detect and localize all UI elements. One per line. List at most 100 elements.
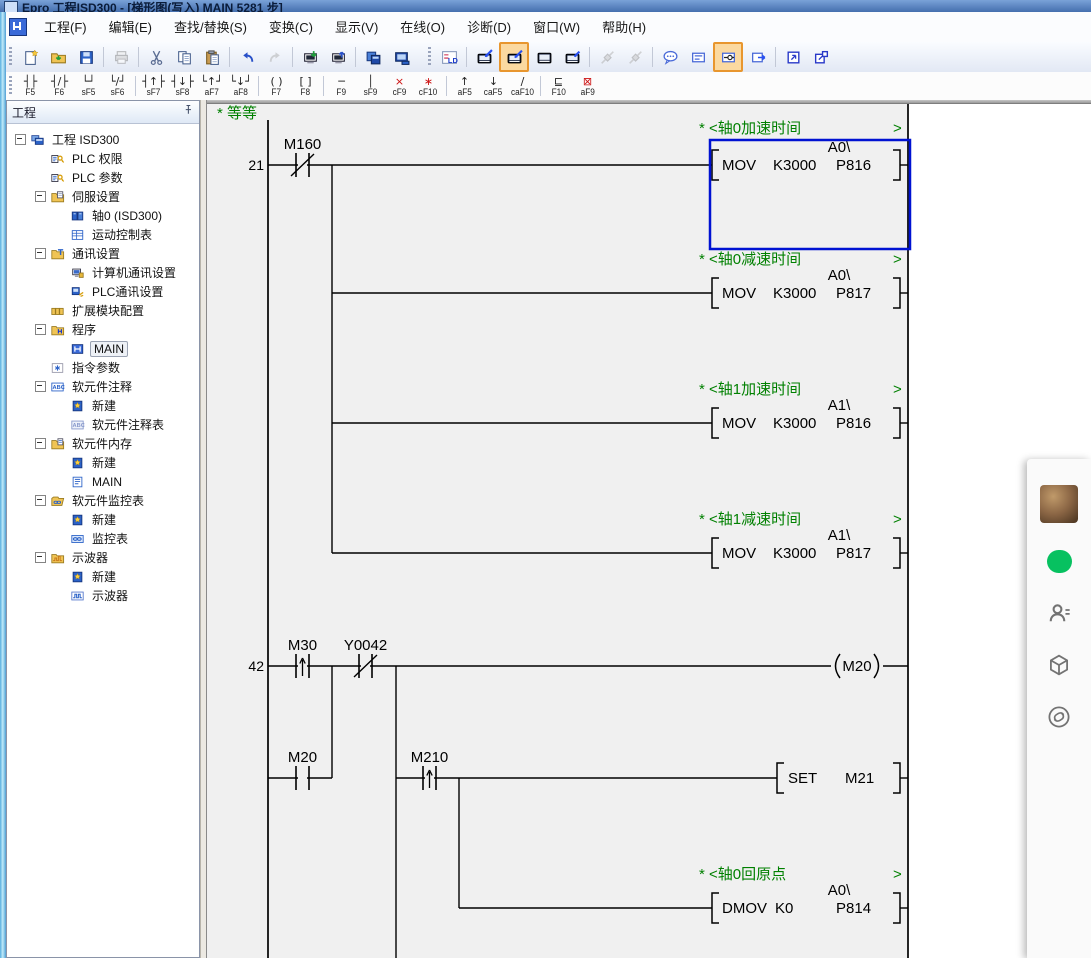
ladder-tool-cf9[interactable]: ×cF9 <box>386 74 413 99</box>
comment-display-button[interactable] <box>657 44 683 70</box>
ladder-tool-f6[interactable]: ┤/├F6 <box>46 74 73 99</box>
tree-item-工程-ISD300[interactable]: 工程 ISD300 <box>7 130 199 149</box>
menu-c[interactable]: 变换(C) <box>258 16 324 39</box>
window-tile-button[interactable] <box>780 44 806 70</box>
tree-expander-icon[interactable] <box>35 438 46 449</box>
tree-item-新建[interactable]: 新建 <box>7 453 199 472</box>
save-project-button[interactable] <box>73 44 99 70</box>
write-to-plc-button[interactable] <box>297 44 323 70</box>
tree-item-PLC通讯设置[interactable]: PLC通讯设置 <box>7 282 199 301</box>
ladder-tool-f7[interactable]: ( )F7 <box>263 74 290 99</box>
ladder-view-button[interactable]: LD <box>436 44 462 70</box>
ladder-tool-caf10[interactable]: ∕caF10 <box>509 74 536 99</box>
tree-item-软元件内存[interactable]: 软元件内存 <box>7 434 199 453</box>
ladder-tool-f5[interactable]: ┤├F5 <box>17 74 44 99</box>
ladder-tool-af5[interactable]: ↑aF5 <box>451 74 478 99</box>
ladder-tool-f8[interactable]: [ ]F8 <box>292 74 319 99</box>
tree-item-计算机通讯设置[interactable]: 计算机通讯设置 <box>7 263 199 282</box>
menu-o[interactable]: 在线(O) <box>389 16 456 39</box>
toolbar-grip[interactable] <box>428 47 431 67</box>
tree-item-伺服设置[interactable]: 伺服设置 <box>7 187 199 206</box>
connection-setup-1-button[interactable] <box>594 44 620 70</box>
ladder-tool-f10[interactable]: ⊑F10 <box>545 74 572 99</box>
mdi-child-icon[interactable] <box>9 18 27 36</box>
chat-tab[interactable] <box>1045 547 1073 575</box>
avatar[interactable] <box>1040 485 1078 523</box>
tree-expander-icon[interactable] <box>35 552 46 563</box>
toolbar-grip[interactable] <box>9 47 12 67</box>
menu-d[interactable]: 诊断(D) <box>456 16 522 39</box>
menu-v[interactable]: 显示(V) <box>324 16 389 39</box>
ladder-editor[interactable]: M160M30Y0042M20M210M20MOVK3000P816A0\MOV… <box>207 100 1091 958</box>
tree-item-示波器[interactable]: 示波器 <box>7 586 199 605</box>
tree-item-MAIN[interactable]: MAIN <box>7 472 199 491</box>
tree-expander-icon[interactable] <box>35 324 46 335</box>
ladder-tool-caf5[interactable]: ↓caF5 <box>480 74 507 99</box>
toolbar-grip[interactable] <box>9 76 12 96</box>
pin-icon[interactable] <box>182 103 194 121</box>
tree-item-扩展模块配置[interactable]: 扩展模块配置 <box>7 301 199 320</box>
tree-item-运动控制表[interactable]: 运动控制表 <box>7 225 199 244</box>
open-project-button[interactable] <box>45 44 71 70</box>
tree-item-监控表[interactable]: 监控表 <box>7 529 199 548</box>
ladder-diagram[interactable]: M160M30Y0042M20M210M20MOVK3000P816A0\MOV… <box>207 104 1091 958</box>
files-tab[interactable] <box>1045 651 1073 679</box>
tree-item-软元件监控表[interactable]: 软元件监控表 <box>7 491 199 510</box>
redo-button[interactable] <box>262 44 288 70</box>
ladder-tool-af9[interactable]: ⊠aF9 <box>574 74 601 99</box>
panel-splitter[interactable] <box>200 100 207 958</box>
tree-item-示波器[interactable]: 示波器 <box>7 548 199 567</box>
tree-item-轴0-(ISD300)[interactable]: 轴0 (ISD300) <box>7 206 199 225</box>
copy-button[interactable] <box>171 44 197 70</box>
tree-expander-icon[interactable] <box>35 191 46 202</box>
tree-item-新建[interactable]: 新建 <box>7 567 199 586</box>
ladder-tool-af7[interactable]: └↑┘aF7 <box>198 74 225 99</box>
remote-operation-button[interactable] <box>388 44 414 70</box>
ladder-tool-af8[interactable]: └↓┘aF8 <box>227 74 254 99</box>
menu-s[interactable]: 查找/替换(S) <box>163 16 258 39</box>
ladder-tool-sf9[interactable]: │sF9 <box>357 74 384 99</box>
menu-e[interactable]: 编辑(E) <box>98 16 163 39</box>
contacts-tab[interactable] <box>1045 599 1073 627</box>
menu-f[interactable]: 工程(F) <box>33 16 98 39</box>
ladder-tool-sf8[interactable]: ┤↓├sF8 <box>169 74 196 99</box>
monitor-stop-button[interactable] <box>531 44 557 70</box>
link-tab[interactable] <box>1045 703 1073 731</box>
tree-expander-icon[interactable] <box>35 248 46 259</box>
tree-item-软元件注释表[interactable]: ABC软元件注释表 <box>7 415 199 434</box>
program-write-mode-button[interactable] <box>471 44 497 70</box>
tree-item-新建[interactable]: 新建 <box>7 396 199 415</box>
ladder-tool-sf5[interactable]: └┘sF5 <box>75 74 102 99</box>
new-project-button[interactable] <box>17 44 43 70</box>
device-label-display-button[interactable] <box>745 44 771 70</box>
statement-display-button[interactable] <box>685 44 711 70</box>
tree-expander-icon[interactable] <box>35 381 46 392</box>
note-display-button[interactable] <box>713 42 743 72</box>
menu-w[interactable]: 窗口(W) <box>522 16 591 39</box>
tree-item-指令参数[interactable]: 指令参数 <box>7 358 199 377</box>
paste-button[interactable] <box>199 44 225 70</box>
tree-item-MAIN[interactable]: MAIN <box>7 339 199 358</box>
ladder-tool-f9[interactable]: ─F9 <box>328 74 355 99</box>
undo-button[interactable] <box>234 44 260 70</box>
tree-item-PLC-参数[interactable]: PLC 参数 <box>7 168 199 187</box>
tree-item-程序[interactable]: 程序 <box>7 320 199 339</box>
menu-h[interactable]: 帮助(H) <box>591 16 657 39</box>
connection-setup-2-button[interactable] <box>622 44 648 70</box>
tree-expander-icon[interactable] <box>35 495 46 506</box>
tree-expander-icon[interactable] <box>15 134 26 145</box>
tree-item-PLC-权限[interactable]: PLC 权限 <box>7 149 199 168</box>
ladder-tool-sf7[interactable]: ┤↑├sF7 <box>140 74 167 99</box>
ladder-tool-sf6[interactable]: └/┘sF6 <box>104 74 131 99</box>
tree-item-新建[interactable]: 新建 <box>7 510 199 529</box>
tree-item-软元件注释[interactable]: ABC软元件注释 <box>7 377 199 396</box>
cut-button[interactable] <box>143 44 169 70</box>
ladder-tool-cf10[interactable]: ∗cF10 <box>415 74 442 99</box>
window-new-button[interactable] <box>808 44 834 70</box>
monitor-write-mode-button[interactable] <box>559 44 585 70</box>
read-from-plc-button[interactable] <box>325 44 351 70</box>
print-button[interactable] <box>108 44 134 70</box>
monitor-mode-button[interactable] <box>499 42 529 72</box>
tree-item-通讯设置[interactable]: 通讯设置 <box>7 244 199 263</box>
verify-with-plc-button[interactable] <box>360 44 386 70</box>
